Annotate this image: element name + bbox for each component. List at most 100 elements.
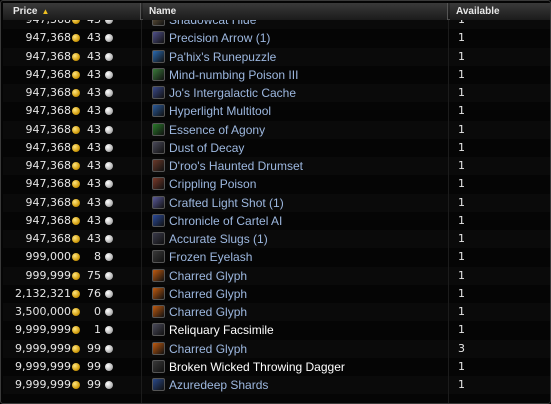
gold-amount: 947,368 bbox=[25, 159, 72, 172]
available-count: 1 bbox=[458, 140, 465, 154]
gold-amount: 947,368 bbox=[25, 232, 72, 245]
item-name[interactable]: Dust of Decay bbox=[169, 139, 449, 157]
hide-icon bbox=[152, 20, 165, 26]
available-count: 1 bbox=[458, 49, 465, 63]
available-count: 1 bbox=[458, 67, 465, 81]
silver-coin-icon bbox=[105, 89, 113, 97]
price-column-header[interactable]: Price ▲ bbox=[3, 3, 141, 20]
available-count: 1 bbox=[458, 31, 465, 45]
available-count: 1 bbox=[458, 122, 465, 136]
gold-amount: 999,000 bbox=[25, 250, 72, 264]
shot-icon bbox=[152, 195, 165, 209]
available-count: 1 bbox=[458, 177, 465, 191]
item-name[interactable]: Broken Wicked Throwing Dagger bbox=[169, 358, 449, 376]
item-name[interactable]: Hyperlight Multitool bbox=[169, 102, 449, 120]
item-name[interactable]: Charred Glyph bbox=[169, 285, 449, 303]
name-header-label: Name bbox=[149, 6, 177, 17]
item-name[interactable]: Shadowcat Hide bbox=[169, 20, 449, 29]
table-row[interactable]: 9,999,999 99 Charred Glyph 3 bbox=[3, 340, 550, 358]
silver-amount: 43 bbox=[87, 159, 101, 172]
reliquary-icon bbox=[152, 323, 165, 337]
item-name[interactable]: Reliquary Facsimile bbox=[169, 321, 449, 339]
table-row[interactable]: 947,368 43 Precision Arrow (1) 1 bbox=[3, 29, 550, 47]
table-row[interactable]: 947,368 43 Hyperlight Multitool 1 bbox=[3, 102, 550, 120]
table-row[interactable]: 947,368 43 D'roo's Haunted Drumset 1 bbox=[3, 157, 550, 175]
silver-amount: 99 bbox=[87, 341, 101, 355]
table-row[interactable]: 3,500,000 0 Charred Glyph 1 bbox=[3, 303, 550, 321]
gold-amount: 947,368 bbox=[25, 122, 72, 136]
item-name[interactable]: Azuredeep Shards bbox=[169, 376, 449, 394]
shards-icon bbox=[152, 378, 165, 391]
table-row[interactable]: 947,368 43 Crippling Poison 1 bbox=[3, 175, 550, 193]
item-name[interactable]: Precision Arrow (1) bbox=[169, 29, 449, 47]
silver-coin-icon bbox=[105, 344, 113, 353]
silver-amount: 0 bbox=[94, 305, 101, 318]
table-row[interactable]: 947,368 43 Jo's Intergalactic Cache 1 bbox=[3, 84, 550, 102]
item-name[interactable]: Frozen Eyelash bbox=[169, 248, 449, 266]
column-divider bbox=[141, 20, 142, 403]
silver-amount: 43 bbox=[87, 213, 101, 227]
item-name[interactable]: Essence of Agony bbox=[169, 121, 449, 139]
available-count: 1 bbox=[458, 104, 465, 118]
sort-ascending-icon: ▲ bbox=[41, 7, 50, 16]
table-row[interactable]: 9,999,999 1 Reliquary Facsimile 1 bbox=[3, 321, 550, 339]
item-name[interactable]: D'roo's Haunted Drumset bbox=[169, 157, 449, 175]
item-name[interactable]: Charred Glyph bbox=[169, 303, 449, 321]
table-row[interactable]: 947,368 43 Crafted Light Shot (1) 1 bbox=[3, 194, 550, 212]
available-column-header[interactable]: Available bbox=[450, 3, 550, 20]
column-divider bbox=[448, 20, 449, 403]
glyph-icon bbox=[152, 286, 165, 300]
table-row[interactable]: 947,368 43 Essence of Agony 1 bbox=[3, 121, 550, 139]
table-row[interactable]: 947,368 43 Accurate Slugs (1) 1 bbox=[3, 230, 550, 248]
chronicle-icon bbox=[152, 213, 165, 227]
table-row[interactable]: 999,999 75 Charred Glyph 1 bbox=[3, 267, 550, 285]
gold-amount: 9,999,999 bbox=[15, 359, 71, 373]
poison-icon bbox=[152, 177, 165, 191]
available-count: 3 bbox=[458, 341, 465, 355]
available-count: 1 bbox=[458, 359, 465, 373]
silver-coin-icon bbox=[105, 381, 113, 389]
available-count: 1 bbox=[458, 268, 465, 282]
silver-amount: 43 bbox=[77, 20, 101, 29]
silver-amount: 43 bbox=[87, 49, 101, 63]
silver-coin-icon bbox=[105, 253, 113, 262]
silver-coin-icon bbox=[105, 20, 113, 24]
dagger-icon bbox=[152, 359, 165, 373]
table-row[interactable]: 947,368 43 Mind-numbing Poison III 1 bbox=[3, 66, 550, 84]
price-header-label: Price bbox=[13, 6, 38, 17]
table-row[interactable]: 947,368 43 Shadowcat Hide 1 bbox=[3, 20, 550, 29]
table-row[interactable]: 2,132,321 76 Charred Glyph 1 bbox=[3, 285, 550, 303]
silver-amount: 99 bbox=[87, 359, 101, 373]
item-name[interactable]: Mind-numbing Poison III bbox=[169, 66, 449, 84]
item-name[interactable]: Accurate Slugs (1) bbox=[169, 230, 449, 248]
item-name[interactable]: Charred Glyph bbox=[169, 267, 449, 285]
available-count: 1 bbox=[458, 286, 465, 300]
eyelash-icon bbox=[152, 250, 165, 264]
table-row[interactable]: 947,368 43 Pa'hix's Runepuzzle 1 bbox=[3, 48, 550, 66]
table-row[interactable]: 9,999,999 99 Broken Wicked Throwing Dagger… bbox=[3, 358, 550, 376]
silver-coin-icon bbox=[105, 107, 113, 116]
available-count: 1 bbox=[458, 305, 465, 318]
silver-amount: 43 bbox=[87, 195, 101, 209]
silver-amount: 8 bbox=[94, 250, 101, 264]
silver-coin-icon bbox=[105, 308, 113, 316]
silver-coin-icon bbox=[105, 70, 113, 79]
available-count: 1 bbox=[458, 250, 465, 264]
gold-amount: 2,132,321 bbox=[15, 286, 71, 300]
table-row[interactable]: 947,368 43 Chronicle of Cartel AI 1 bbox=[3, 212, 550, 230]
name-column-header[interactable]: Name bbox=[143, 3, 448, 20]
table-row[interactable]: 999,000 8 Frozen Eyelash 1 bbox=[3, 248, 550, 266]
item-name[interactable]: Crippling Poison bbox=[169, 175, 449, 193]
silver-coin-icon bbox=[105, 271, 113, 280]
gold-amount: 947,368 bbox=[25, 213, 72, 227]
item-name[interactable]: Chronicle of Cartel AI bbox=[169, 212, 449, 230]
item-name[interactable]: Jo's Intergalactic Cache bbox=[169, 84, 449, 102]
item-name[interactable]: Pa'hix's Runepuzzle bbox=[169, 48, 449, 66]
gold-amount: 947,368 bbox=[3, 20, 72, 29]
table-row[interactable]: 947,368 43 Dust of Decay 1 bbox=[3, 139, 550, 157]
auction-results-panel: Price▲ Name Available 947,368 43 Shadowcat… bbox=[0, 0, 551, 404]
item-name[interactable]: Charred Glyph bbox=[169, 340, 449, 358]
item-name[interactable]: Crafted Light Shot (1) bbox=[169, 194, 449, 212]
table-row[interactable]: 9,999,999 99 Azuredeep Shards 1 bbox=[3, 376, 550, 394]
silver-coin-icon bbox=[105, 180, 113, 189]
